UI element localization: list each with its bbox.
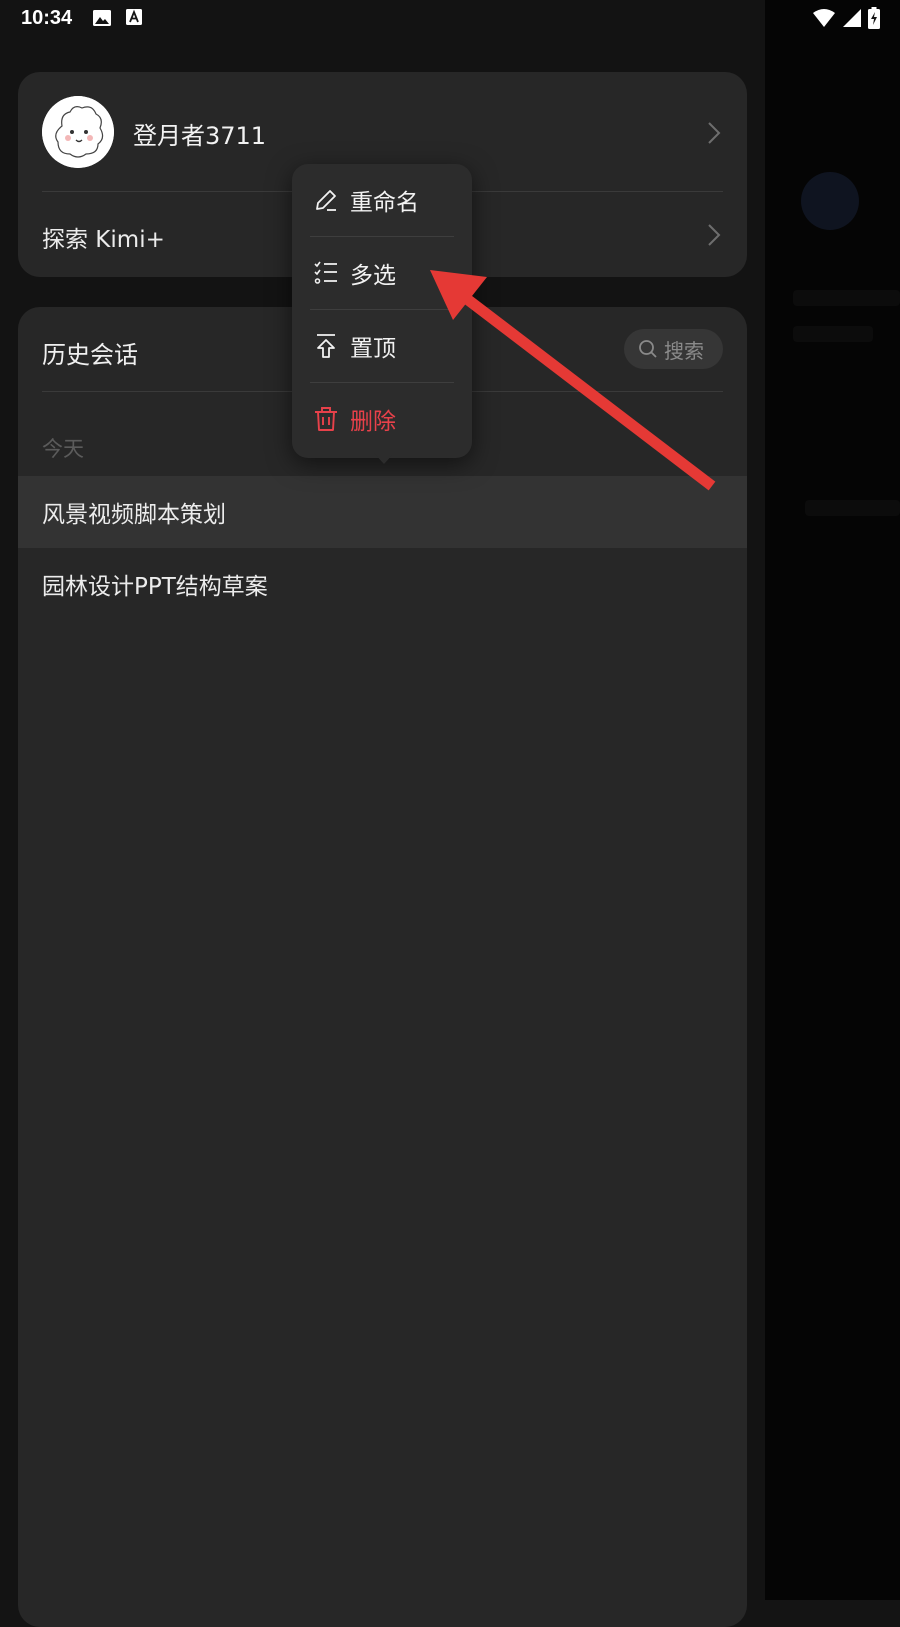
conversation-title: 园林设计PPT结构草案 bbox=[42, 574, 268, 600]
conversation-item[interactable]: 风景视频脚本策划 bbox=[18, 476, 747, 548]
history-card: 历史会话 搜索 今天 风景视频脚本策划 园林设计PPT结构草案 bbox=[18, 307, 747, 1627]
pencil-icon bbox=[312, 186, 340, 214]
placeholder-line bbox=[805, 500, 900, 516]
chevron-right-icon[interactable] bbox=[707, 121, 721, 145]
kimi-avatar bbox=[801, 172, 859, 230]
pin-to-top-menu-item[interactable]: 置顶 bbox=[292, 310, 472, 382]
history-title: 历史会话 bbox=[42, 341, 138, 369]
rename-menu-item[interactable]: 重命名 bbox=[292, 164, 472, 236]
search-button[interactable]: 搜索 bbox=[624, 329, 723, 369]
conversation-item[interactable]: 园林设计PPT结构草案 bbox=[18, 548, 747, 620]
delete-menu-item[interactable]: 删除 bbox=[292, 383, 472, 455]
chevron-right-icon[interactable] bbox=[707, 223, 721, 247]
menu-item-label: 删除 bbox=[350, 409, 396, 435]
search-label: 搜索 bbox=[664, 338, 704, 363]
status-time: 10:34 bbox=[21, 7, 73, 29]
context-menu: 重命名 多选 置顶 删除 bbox=[292, 164, 472, 458]
placeholder-line bbox=[793, 290, 900, 306]
explore-kimi-plus-link[interactable]: 探索 Kimi+ bbox=[42, 220, 165, 254]
username[interactable]: 登月者3711 bbox=[133, 116, 266, 151]
conversation-title: 风景视频脚本策划 bbox=[42, 502, 226, 528]
menu-item-label: 多选 bbox=[350, 263, 396, 289]
status-bar: 10:34 bbox=[0, 0, 900, 36]
menu-item-label: 重命名 bbox=[350, 190, 419, 216]
multi-select-menu-item[interactable]: 多选 bbox=[292, 237, 472, 309]
context-menu-pointer bbox=[373, 452, 395, 464]
section-label-today: 今天 bbox=[42, 437, 84, 461]
battery-charging-icon bbox=[868, 7, 880, 29]
avatar[interactable] bbox=[42, 96, 114, 168]
signal-icon bbox=[843, 9, 861, 27]
pin-to-top-icon bbox=[312, 332, 340, 360]
background-chat-panel[interactable] bbox=[765, 0, 900, 1600]
trash-icon bbox=[312, 405, 340, 433]
wifi-icon bbox=[813, 9, 835, 27]
placeholder-line bbox=[793, 326, 873, 342]
image-icon bbox=[93, 10, 111, 26]
search-icon bbox=[639, 340, 657, 358]
font-icon bbox=[126, 9, 142, 25]
checklist-icon bbox=[312, 259, 340, 287]
menu-item-label: 置顶 bbox=[350, 336, 396, 362]
